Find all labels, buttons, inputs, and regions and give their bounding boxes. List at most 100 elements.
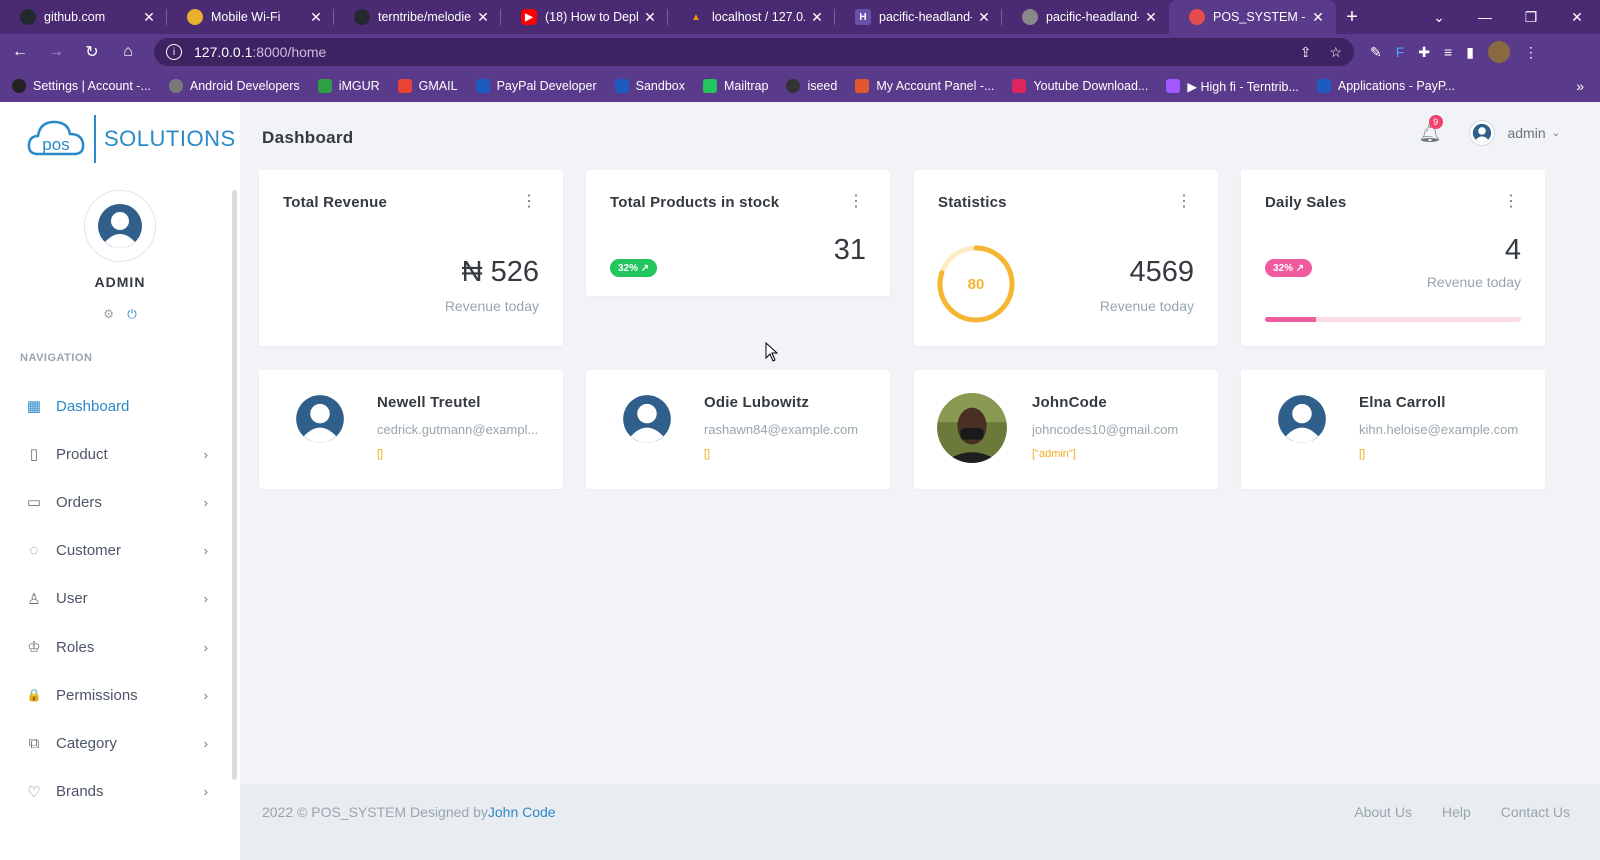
footer-link-about[interactable]: About Us [1354,804,1412,820]
avatar[interactable] [84,190,156,262]
bookmark-item[interactable]: Sandbox [614,79,685,93]
category-icon: ⧉ [28,734,40,752]
chevron-right-icon: › [203,446,208,462]
notification-bell-icon[interactable]: 🔔︎ 9 [1419,114,1443,144]
address-bar[interactable]: i 127.0.0.1:8000/home ⇪ ☆ [154,38,1354,66]
bookmark-item[interactable]: Settings | Account -... [12,79,151,93]
admin-menu[interactable]: admin [1507,125,1545,141]
sidebar-item-dashboard[interactable]: ▦ Dashboard [0,382,232,430]
user-card[interactable]: Elna Carroll kihn.heloise@example.com [] [1241,370,1545,489]
bookmark-star-icon[interactable]: ☆ [1329,44,1342,61]
github-icon [786,79,801,93]
user-card[interactable]: JohnCode johncodes10@gmail.com ["admin"] [914,370,1218,489]
browser-tab[interactable]: Mobile Wi-Fi ✕ [167,0,334,34]
close-window-icon[interactable]: ✕ [1554,0,1600,34]
settings-gear-icon[interactable]: ⚙ [103,307,114,321]
chevron-right-icon: › [203,494,208,510]
svg-text:pos: pos [42,135,69,154]
extensions-area: ✎ F ✚ ≡ ▮ ⋮ [1370,41,1538,63]
browser-tab-active[interactable]: POS_SYSTEM - Adm✕ [1169,0,1336,34]
footer-link-help[interactable]: Help [1442,804,1471,820]
close-tab-icon[interactable]: ✕ [809,9,825,26]
bookmark-item[interactable]: PayPal Developer [475,79,597,93]
browser-tab[interactable]: ▲localhost / 127.0.0.✕ [668,0,835,34]
close-tab-icon[interactable]: ✕ [642,9,658,26]
extension-icon[interactable]: F [1396,44,1405,60]
bookmark-item[interactable]: iMGUR [317,79,380,93]
total-revenue-card: Total Revenue ⋮ ₦ 526 Revenue today [259,170,563,346]
more-vertical-icon[interactable]: ⋮ [848,194,864,210]
daily-sales-progress [1265,317,1521,322]
sidebar-item-roles[interactable]: ♔ Roles › [0,623,232,671]
puzzle-icon[interactable]: ✚ [1418,44,1430,61]
bookmark-icon [12,79,26,93]
home-icon[interactable]: ⌂ [112,36,144,68]
browser-tab[interactable]: terntribe/melodies ✕ [334,0,501,34]
sidebar-item-user[interactable]: ♙ User › [0,575,232,623]
browser-tab[interactable]: Hpacific-headland-0 ✕ [835,0,1002,34]
nav-section-title: NAVIGATION [20,352,93,364]
extension-icon[interactable]: ✎ [1370,44,1382,61]
browser-tab[interactable]: github.com ✕ [0,0,167,34]
user-avatar-icon [98,204,142,248]
minimize-icon[interactable]: — [1462,0,1508,34]
close-tab-icon[interactable]: ✕ [475,9,491,26]
power-icon[interactable]: ⏻ [127,307,137,321]
more-bookmarks-icon[interactable]: » [1576,78,1584,94]
heroku-icon: H [855,9,871,25]
browser-tab[interactable]: ▶(18) How to Deploy✕ [501,0,668,34]
heart-icon: ♡ [27,783,41,801]
close-tab-icon[interactable]: ✕ [1143,9,1159,26]
user-roles: [] [377,448,384,460]
more-vertical-icon[interactable]: ⋮ [521,194,537,210]
profile-avatar[interactable] [1487,41,1510,63]
bookmark-item[interactable]: GMAIL [397,79,458,93]
user-email: cedrick.gutmann@exampl... [377,422,539,437]
user-card[interactable]: Odie Lubowitz rashawn84@example.com [] [586,370,890,489]
notification-badge: 9 [1428,114,1443,129]
sidebar-item-orders[interactable]: ▭ Orders › [0,478,232,526]
site-info-icon[interactable]: i [166,44,182,60]
menu-icon[interactable]: ⋮ [1524,44,1538,61]
close-tab-icon[interactable]: ✕ [1310,9,1326,26]
statistics-value: 4569 [1129,256,1194,288]
more-vertical-icon[interactable]: ⋮ [1503,194,1519,210]
bookmark-item[interactable]: Youtube Download... [1012,79,1148,93]
bookmark-item[interactable]: Applications - PayP... [1316,79,1455,93]
card-title: Daily Sales [1265,194,1347,211]
globe-icon [1022,9,1038,25]
bookmark-item[interactable]: My Account Panel -... [855,79,994,93]
back-icon[interactable]: ← [4,36,36,68]
more-vertical-icon[interactable]: ⋮ [1176,194,1192,210]
youtube-icon: ▶ [521,9,537,25]
close-tab-icon[interactable]: ✕ [141,9,157,26]
bookmark-item[interactable]: Mailtrap [702,79,768,93]
reload-icon[interactable]: ↻ [76,36,108,68]
sidebar-item-category[interactable]: ⧉ Category › [0,719,232,767]
bookmark-item[interactable]: Android Developers [168,79,300,93]
sidebar-scrollbar[interactable] [232,190,237,780]
close-tab-icon[interactable]: ✕ [976,9,992,26]
tab-search-icon[interactable]: ⌄ [1416,0,1462,34]
chevron-down-icon[interactable]: ⌄ [1552,128,1560,139]
author-link[interactable]: John Code [488,804,556,820]
reading-list-icon[interactable]: ≡ [1444,44,1452,60]
sidebar-item-product[interactable]: ▯ Product › [0,430,232,478]
sidebar-item-customer[interactable]: ◌ Customer › [0,527,232,575]
close-tab-icon[interactable]: ✕ [308,9,324,26]
bookmark-item[interactable]: iseed [786,79,837,93]
sidebar-item-permissions[interactable]: 🔒 Permissions › [0,671,232,719]
forward-icon[interactable]: → [40,36,72,68]
new-tab-button[interactable]: + [1336,0,1368,34]
browser-tab[interactable]: pacific-headland-0 ✕ [1002,0,1169,34]
user-card[interactable]: Newell Treutel cedrick.gutmann@exampl...… [259,370,563,489]
bookmark-item[interactable]: ▶ High fi - Terntrib... [1166,79,1299,94]
sidebar-item-brands[interactable]: ♡ Brands › [0,768,232,816]
logo[interactable]: pos SOLUTIONS [26,114,236,164]
restore-icon[interactable]: ❐ [1508,0,1554,34]
figma-icon [1166,79,1181,93]
admin-avatar[interactable] [1469,120,1496,146]
share-icon[interactable]: ⇪ [1300,44,1312,61]
footer-link-contact[interactable]: Contact Us [1501,804,1570,820]
side-panel-icon[interactable]: ▮ [1466,44,1474,61]
